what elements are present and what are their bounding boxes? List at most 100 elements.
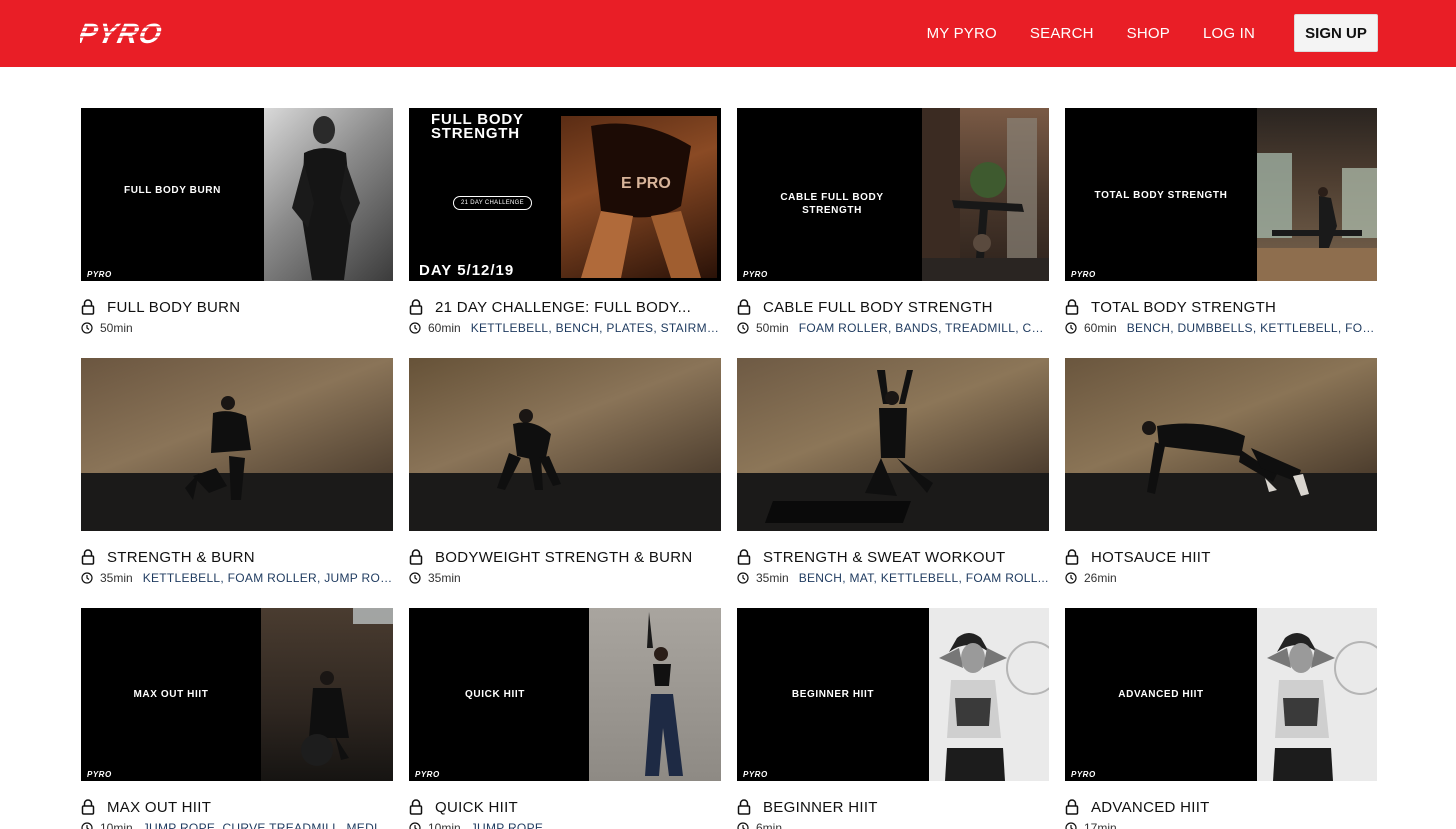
workout-card[interactable]: TOTAL BODY STRENGTH PYRO TOTAL BODY STRE… — [1065, 108, 1377, 358]
workout-equipment: BENCH, DUMBBELLS, KETTLEBELL, FOA... — [1126, 321, 1377, 335]
workout-title[interactable]: BEGINNER HIIT — [763, 799, 878, 816]
clock-icon — [1065, 572, 1077, 584]
workout-card[interactable]: HOTSAUCE HIIT 26min — [1065, 358, 1377, 608]
lock-icon — [1065, 549, 1079, 565]
workout-duration: 6min — [756, 821, 783, 829]
thumbnail-photo — [589, 608, 721, 781]
workout-equipment: KETTLEBELL, FOAM ROLLER, JUMP ROPE — [142, 571, 393, 585]
nav-shop[interactable]: SHOP — [1127, 25, 1170, 42]
workout-duration: 60min — [1084, 321, 1117, 335]
nav-my-pyro[interactable]: MY PYRO — [927, 25, 997, 42]
nav-log-in[interactable]: LOG IN — [1203, 25, 1255, 42]
thumbnail-challenge-badge: 21 DAY CHALLENGE — [453, 196, 532, 210]
workout-thumbnail[interactable]: MAX OUT HIIT PYRO — [81, 608, 393, 781]
workout-duration: 50min — [756, 321, 789, 335]
thumbnail-date: DAY 5/12/19 — [419, 262, 515, 279]
workout-duration: 35min — [428, 571, 461, 585]
clock-icon — [409, 322, 421, 334]
clock-icon — [737, 822, 749, 829]
workout-title[interactable]: CABLE FULL BODY STRENGTH — [763, 299, 993, 316]
thumbnail-photo — [264, 108, 393, 281]
thumbnail-title: ADVANCED HIIT — [1118, 689, 1204, 700]
workout-equipment: JUMP ROPE, CURVE TREADMILL, MEDIC... — [142, 821, 393, 829]
workout-card[interactable]: FULL BODY STRENGTH 21 DAY CHALLENGE E PR… — [409, 108, 721, 358]
workout-thumbnail[interactable] — [81, 358, 393, 531]
lock-icon — [409, 299, 423, 315]
workout-equipment: JUMP ROPE — [470, 821, 544, 829]
workout-thumbnail[interactable] — [409, 358, 721, 531]
workout-thumbnail[interactable] — [1065, 358, 1377, 531]
workout-title[interactable]: BODYWEIGHT STRENGTH & BURN — [435, 549, 693, 566]
workout-duration: 60min — [428, 321, 461, 335]
workout-title[interactable]: STRENGTH & BURN — [107, 549, 255, 566]
workout-title[interactable]: FULL BODY BURN — [107, 299, 240, 316]
workout-duration: 10min — [100, 821, 133, 829]
lock-icon — [81, 299, 95, 315]
workout-card[interactable]: ADVANCED HIIT PYRO ADVANCED HIIT 17min — [1065, 608, 1377, 829]
thumbnail-brand: PYRO — [1071, 770, 1096, 779]
lock-icon — [737, 549, 751, 565]
workout-card[interactable]: FULL BODY BURN PYRO FULL BODY BURN 50min — [81, 108, 393, 358]
workout-card[interactable]: BEGINNER HIIT PYRO BEGINNER HIIT 6min — [737, 608, 1049, 829]
workout-title[interactable]: ADVANCED HIIT — [1091, 799, 1210, 816]
workout-card[interactable]: STRENGTH & BURN 35min KETTLEBELL, FOAM R… — [81, 358, 393, 608]
clock-icon — [737, 572, 749, 584]
workout-duration: 26min — [1084, 571, 1117, 585]
thumbnail-title: CABLE FULL BODY STRENGTH — [780, 192, 884, 216]
lock-icon — [737, 299, 751, 315]
workout-thumbnail[interactable]: CABLE FULL BODY STRENGTH PYRO — [737, 108, 1049, 281]
workout-thumbnail[interactable]: FULL BODY STRENGTH 21 DAY CHALLENGE E PR… — [409, 108, 721, 281]
thumbnail-brand: PYRO — [743, 770, 768, 779]
clock-icon — [737, 322, 749, 334]
workout-title[interactable]: 21 DAY CHALLENGE: FULL BODY... — [435, 299, 691, 316]
clock-icon — [1065, 322, 1077, 334]
workout-title[interactable]: QUICK HIIT — [435, 799, 518, 816]
workout-title[interactable]: HOTSAUCE HIIT — [1091, 549, 1211, 566]
workout-card[interactable]: MAX OUT HIIT PYRO MAX OUT HIIT 10min JUM… — [81, 608, 393, 829]
workout-title[interactable]: MAX OUT HIIT — [107, 799, 211, 816]
workout-duration: 35min — [100, 571, 133, 585]
workout-thumbnail[interactable]: TOTAL BODY STRENGTH PYRO — [1065, 108, 1377, 281]
thumbnail-photo — [929, 608, 1049, 781]
workout-thumbnail[interactable] — [737, 358, 1049, 531]
clock-icon — [409, 572, 421, 584]
clock-icon — [81, 572, 93, 584]
workout-thumbnail[interactable]: ADVANCED HIIT PYRO — [1065, 608, 1377, 781]
thumbnail-title: BEGINNER HIIT — [791, 689, 875, 700]
workout-thumbnail[interactable]: FULL BODY BURN PYRO — [81, 108, 393, 281]
thumbnail-photo — [81, 358, 393, 531]
workout-card[interactable]: QUICK HIIT PYRO QUICK HIIT 10min JUMP RO… — [409, 608, 721, 829]
workout-equipment: FOAM ROLLER, BANDS, TREADMILL, CA... — [798, 321, 1049, 335]
workout-card[interactable]: BODYWEIGHT STRENGTH & BURN 35min — [409, 358, 721, 608]
workout-card[interactable]: STRENGTH & SWEAT WORKOUT 35min BENCH, MA… — [737, 358, 1049, 608]
workout-thumbnail[interactable]: BEGINNER HIIT PYRO — [737, 608, 1049, 781]
sign-up-button[interactable]: SIGN UP — [1294, 14, 1378, 52]
thumbnail-title: MAX OUT HIIT — [133, 689, 209, 700]
thumbnail-title: FULL BODY BURN — [124, 185, 221, 196]
lock-icon — [81, 799, 95, 815]
workout-title[interactable]: TOTAL BODY STRENGTH — [1091, 299, 1276, 316]
clock-icon — [1065, 822, 1077, 829]
workout-grid: FULL BODY BURN PYRO FULL BODY BURN 50min — [81, 108, 1377, 829]
lock-icon — [1065, 299, 1079, 315]
lock-icon — [737, 799, 751, 815]
workout-thumbnail[interactable]: QUICK HIIT PYRO — [409, 608, 721, 781]
lock-icon — [81, 549, 95, 565]
thumbnail-brand: PYRO — [1071, 270, 1096, 279]
workout-title[interactable]: STRENGTH & SWEAT WORKOUT — [763, 549, 1005, 566]
pyro-logo[interactable]: PYRO — [80, 18, 222, 48]
thumbnail-photo — [409, 358, 721, 531]
thumbnail-title: TOTAL BODY STRENGTH — [1094, 190, 1228, 201]
lock-icon — [1065, 799, 1079, 815]
workout-duration: 17min — [1084, 821, 1117, 829]
top-header: PYRO MY PYRO SEARCH SHOP LOG IN SIGN UP — [0, 0, 1456, 67]
svg-text:PYRO: PYRO — [80, 18, 165, 48]
workout-card[interactable]: CABLE FULL BODY STRENGTH PYRO CABLE FULL… — [737, 108, 1049, 358]
nav-search[interactable]: SEARCH — [1030, 25, 1094, 42]
main-nav: MY PYRO SEARCH SHOP LOG IN SIGN UP — [927, 14, 1378, 52]
svg-text:E PRO: E PRO — [621, 175, 671, 192]
thumbnail-photo: E PRO — [561, 116, 717, 278]
workout-duration: 10min — [428, 821, 461, 829]
clock-icon — [81, 822, 93, 829]
thumbnail-title: FULL BODY STRENGTH — [431, 111, 524, 142]
